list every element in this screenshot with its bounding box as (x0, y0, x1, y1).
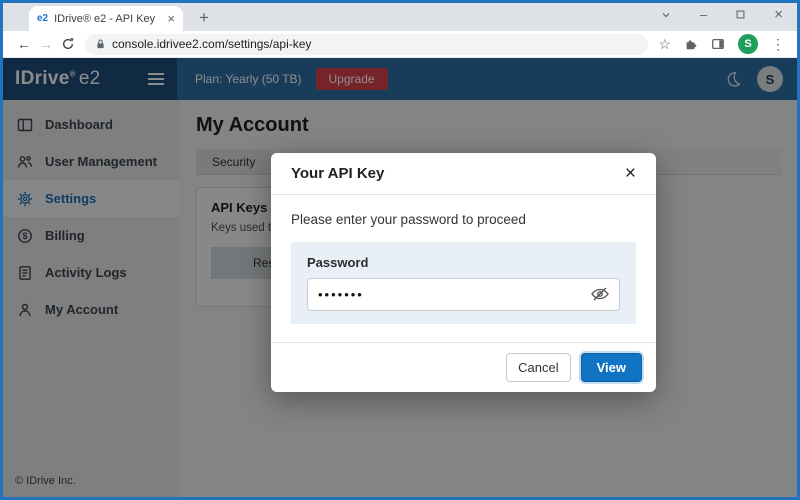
view-button[interactable]: View (581, 353, 642, 382)
password-prompt-text: Please enter your password to proceed (291, 212, 636, 227)
url-text: console.idrivee2.com/settings/api-key (112, 37, 311, 51)
browser-tabstrip: e2 IDrive® e2 - API Key × + – × (3, 3, 797, 31)
tab-title: IDrive® e2 - API Key (54, 13, 161, 25)
browser-menu-kebab-icon[interactable]: ⋮ (771, 36, 785, 53)
browser-window: e2 IDrive® e2 - API Key × + – × ← → cons… (0, 0, 800, 500)
tab-close-icon[interactable]: × (167, 11, 175, 26)
password-input[interactable] (307, 278, 620, 311)
tab-search-chevron-icon[interactable] (660, 9, 672, 21)
modal-footer: Cancel View (271, 342, 656, 392)
forward-button[interactable]: → (35, 36, 57, 52)
password-label: Password (307, 255, 620, 270)
url-bar[interactable]: console.idrivee2.com/settings/api-key (85, 34, 648, 55)
eye-off-icon[interactable] (590, 285, 610, 308)
api-key-modal: Your API Key × Please enter your passwor… (271, 153, 656, 392)
browser-toolbar: ← → console.idrivee2.com/settings/api-ke… (3, 31, 797, 58)
modal-title: Your API Key (291, 165, 384, 182)
close-window-button[interactable]: × (774, 6, 783, 23)
browser-tab[interactable]: e2 IDrive® e2 - API Key × (29, 6, 183, 31)
reload-icon[interactable] (57, 37, 79, 51)
bookmark-star-icon[interactable]: ☆ (658, 36, 671, 53)
maximize-button[interactable] (735, 9, 746, 20)
idrive-e2-console: IDrive®e2 Plan: Yearly (50 TB) Upgrade S (3, 58, 797, 497)
e2-favicon: e2 (37, 13, 48, 24)
new-tab-button[interactable]: + (199, 8, 209, 28)
modal-close-icon[interactable]: × (625, 164, 636, 183)
lock-icon (95, 38, 106, 50)
modal-header: Your API Key × (271, 153, 656, 195)
side-panel-icon[interactable] (711, 37, 725, 51)
cancel-button[interactable]: Cancel (506, 353, 570, 382)
modal-body: Please enter your password to proceed Pa… (271, 195, 656, 342)
back-button[interactable]: ← (13, 36, 35, 52)
browser-profile-avatar[interactable]: S (738, 34, 758, 54)
password-box: Password (291, 242, 636, 324)
minimize-button[interactable]: – (700, 7, 707, 22)
extensions-puzzle-icon[interactable] (684, 37, 698, 51)
